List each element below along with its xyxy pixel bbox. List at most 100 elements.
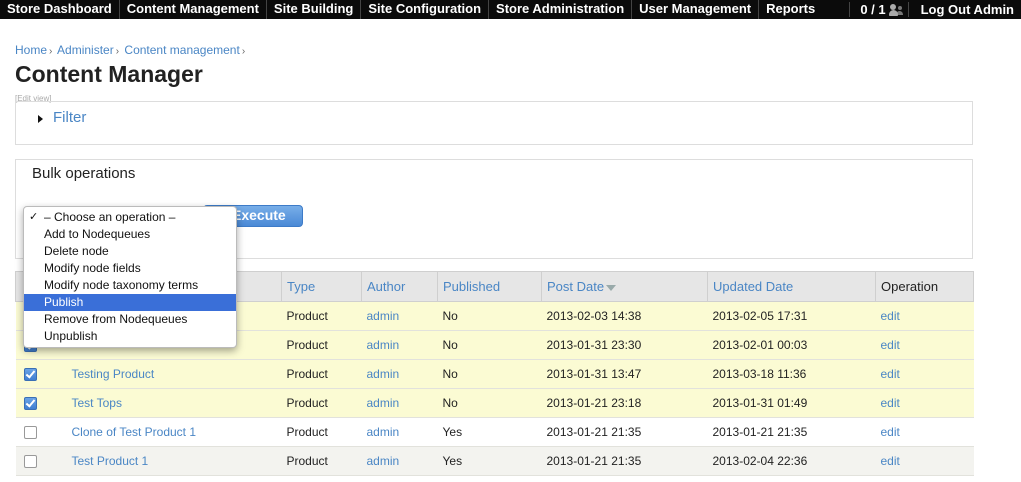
row-author-link[interactable]: admin xyxy=(367,425,400,439)
operation-option[interactable]: Add to Nodequeues xyxy=(24,226,236,243)
user-counter[interactable]: 0 / 1 xyxy=(849,2,907,17)
row-author-link[interactable]: admin xyxy=(367,309,400,323)
menu-store-dashboard[interactable]: Store Dashboard xyxy=(0,0,120,19)
row-operation-cell: edit xyxy=(875,330,974,360)
row-title-cell: Test Product 1 xyxy=(66,446,282,476)
row-checkbox[interactable] xyxy=(23,368,37,382)
header-author[interactable]: Author xyxy=(361,271,438,302)
row-type: Product xyxy=(281,359,362,389)
row-updated-date: 2013-01-31 01:49 xyxy=(707,388,876,418)
operation-option[interactable]: Remove from Nodequeues xyxy=(24,311,236,328)
row-author-link[interactable]: admin xyxy=(367,454,400,468)
operation-option-label: Remove from Nodequeues xyxy=(44,312,188,326)
row-select-cell xyxy=(15,359,67,389)
row-published: No xyxy=(437,359,542,389)
menu-site-building[interactable]: Site Building xyxy=(267,0,362,19)
checkmark-icon: ✓ xyxy=(29,211,39,223)
row-published: No xyxy=(437,330,542,360)
breadcrumb-content-management[interactable]: Content management xyxy=(124,43,239,57)
row-post-date: 2013-02-03 14:38 xyxy=(541,301,708,331)
header-type[interactable]: Type xyxy=(281,271,362,302)
row-published: Yes xyxy=(437,446,542,476)
header-operation: Operation xyxy=(875,271,974,302)
row-checkbox[interactable] xyxy=(23,397,37,411)
row-edit-link[interactable]: edit xyxy=(881,309,900,323)
table-row[interactable]: Testing Product Product admin No 2013-01-31 … xyxy=(15,359,974,389)
breadcrumb-home[interactable]: Home xyxy=(15,43,47,57)
row-operation-cell: edit xyxy=(875,301,974,331)
sort-descending-icon xyxy=(606,284,617,291)
row-post-date: 2013-01-21 21:35 xyxy=(541,417,708,447)
row-title-link[interactable]: Test Product 1 xyxy=(72,454,149,468)
table-row[interactable]: Test Tops Product admin No 2013-01-21 23:18 2… xyxy=(15,388,974,418)
operation-option-label: Modify node fields xyxy=(44,261,141,275)
operation-option[interactable]: Unpublish xyxy=(24,328,236,345)
breadcrumb: Home › Administer › Content management › xyxy=(15,43,247,57)
row-checkbox[interactable] xyxy=(23,455,37,469)
row-edit-link[interactable]: edit xyxy=(881,396,900,410)
operation-option[interactable]: Delete node xyxy=(24,243,236,260)
menu-store-administration[interactable]: Store Administration xyxy=(489,0,633,19)
header-updated-date[interactable]: Updated Date xyxy=(707,271,876,302)
row-post-date: 2013-01-21 23:18 xyxy=(541,388,708,418)
row-author-cell: admin xyxy=(361,417,438,447)
breadcrumb-administer[interactable]: Administer xyxy=(57,43,114,57)
operation-option[interactable]: Publish xyxy=(24,294,236,311)
menu-reports[interactable]: Reports xyxy=(759,0,822,19)
operation-option[interactable]: Modify node fields xyxy=(24,260,236,277)
row-title-link[interactable]: Test Tops xyxy=(72,396,122,410)
header-post-date[interactable]: Post Date xyxy=(541,271,708,302)
row-author-link[interactable]: admin xyxy=(367,396,400,410)
row-operation-cell: edit xyxy=(875,388,974,418)
row-type: Product xyxy=(281,301,362,331)
row-author-link[interactable]: admin xyxy=(367,338,400,352)
row-published: No xyxy=(437,388,542,418)
row-title-link[interactable]: Clone of Test Product 1 xyxy=(72,425,197,439)
row-post-date: 2013-01-31 13:47 xyxy=(541,359,708,389)
admin-menu-bar: Store Dashboard Content Management Site … xyxy=(0,0,1021,19)
row-edit-link[interactable]: edit xyxy=(881,338,900,352)
row-edit-link[interactable]: edit xyxy=(881,425,900,439)
bulk-operations-legend: Bulk operations xyxy=(32,165,136,182)
expand-arrow-icon[interactable] xyxy=(38,115,43,123)
operation-option-label: Unpublish xyxy=(44,329,98,343)
row-author-link[interactable]: admin xyxy=(367,367,400,381)
logout-link[interactable]: Log Out Admin xyxy=(907,2,1021,17)
menu-site-configuration[interactable]: Site Configuration xyxy=(361,0,490,19)
operation-dropdown[interactable]: ✓ – Choose an operation – Add to Nodequeue… xyxy=(23,206,237,348)
row-author-cell: admin xyxy=(361,388,438,418)
row-author-cell: admin xyxy=(361,301,438,331)
table-row[interactable]: Clone of Test Product 1 Product admin Yes 20… xyxy=(15,417,974,447)
row-author-cell: admin xyxy=(361,330,438,360)
row-edit-link[interactable]: edit xyxy=(881,367,900,381)
row-checkbox[interactable] xyxy=(23,426,37,440)
breadcrumb-separator: › xyxy=(115,46,120,57)
menu-user-management[interactable]: User Management xyxy=(632,0,760,19)
row-author-cell: admin xyxy=(361,359,438,389)
header-published[interactable]: Published xyxy=(437,271,542,302)
row-operation-cell: edit xyxy=(875,417,974,447)
table-row[interactable]: Test Product 1 Product admin Yes 2013-01-21 … xyxy=(15,446,974,476)
row-select-cell xyxy=(15,417,67,447)
operation-option[interactable]: ✓ – Choose an operation – xyxy=(24,209,236,226)
row-post-date: 2013-01-31 23:30 xyxy=(541,330,708,360)
row-type: Product xyxy=(281,446,362,476)
row-updated-date: 2013-03-18 11:36 xyxy=(707,359,876,389)
operation-option-label: – Choose an operation – xyxy=(44,210,176,224)
row-operation-cell: edit xyxy=(875,446,974,476)
users-icon xyxy=(888,3,904,16)
operation-option-label: Add to Nodequeues xyxy=(44,227,151,241)
menu-content-management[interactable]: Content Management xyxy=(120,0,267,19)
user-counter-text: 0 / 1 xyxy=(860,2,886,17)
operation-option-label: Publish xyxy=(44,295,84,309)
row-updated-date: 2013-02-05 17:31 xyxy=(707,301,876,331)
row-title-link[interactable]: Testing Product xyxy=(72,367,155,381)
row-type: Product xyxy=(281,330,362,360)
filter-toggle[interactable]: Filter xyxy=(53,109,86,126)
row-type: Product xyxy=(281,417,362,447)
row-edit-link[interactable]: edit xyxy=(881,454,900,468)
row-published: Yes xyxy=(437,417,542,447)
row-title-cell: Clone of Test Product 1 xyxy=(66,417,282,447)
row-title-cell: Testing Product xyxy=(66,359,282,389)
operation-option[interactable]: Modify node taxonomy terms xyxy=(24,277,236,294)
